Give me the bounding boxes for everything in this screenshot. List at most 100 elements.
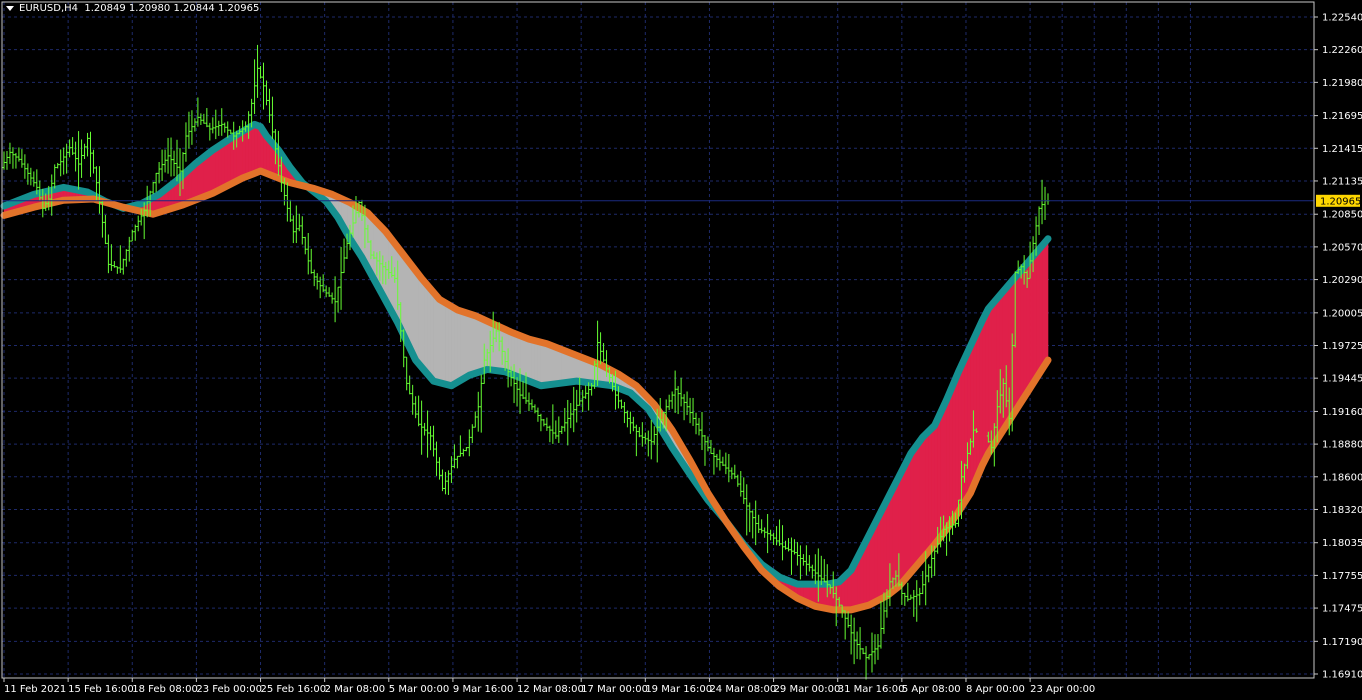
- ma-band-segment: [910, 448, 915, 574]
- ma-band-segment: [552, 345, 557, 385]
- y-tick-label-4: 1.21415: [1322, 144, 1362, 155]
- ma-band-segment: [448, 304, 452, 387]
- ma-band-segment: [445, 302, 449, 386]
- ma-band-segment: [877, 511, 882, 601]
- x-tick-label-8: 12 Mar 08:00: [517, 684, 584, 695]
- ma-band-segment: [934, 418, 938, 546]
- y-tick-label-19: 1.17190: [1322, 637, 1362, 648]
- chart-canvas[interactable]: 1.22540 1.22260 1.21980 1.21695 1.21415 1.211…: [0, 0, 1362, 700]
- ma-band-segment: [537, 341, 542, 387]
- ma-band-segment: [549, 344, 554, 385]
- ma-band-segment: [973, 333, 977, 487]
- x-tick-label-6: 5 Mar 00:00: [389, 684, 449, 695]
- y-tick-label-20: 1.16910: [1322, 670, 1362, 681]
- ma-band-segment: [928, 427, 932, 553]
- ma-band-segment: [907, 453, 912, 577]
- current-price-tag: 1.20965: [1316, 194, 1361, 207]
- ma-band-segment: [430, 288, 434, 382]
- ma-band-segment: [257, 125, 261, 173]
- x-tick-label-0: 11 Feb 2021: [4, 684, 66, 695]
- ma-band-segment: [436, 295, 440, 384]
- ma-band-segment: [454, 307, 458, 385]
- y-tick-label-3: 1.21695: [1322, 111, 1362, 122]
- y-tick-label-2: 1.21980: [1322, 78, 1362, 89]
- ma-band-segment: [916, 440, 921, 567]
- ma-band-segment: [1038, 244, 1043, 376]
- ma-band-segment: [979, 320, 983, 473]
- ma-band-segment: [206, 151, 211, 196]
- y-tick-label-0: 1.22540: [1322, 13, 1362, 24]
- current-price-tag-label: 1.20965: [1320, 196, 1361, 207]
- ma-band-segment: [472, 314, 476, 375]
- ma-band-segment: [474, 315, 479, 374]
- x-tick-label-1: 15 Feb 16:00: [68, 684, 134, 695]
- ma-band-segment: [555, 346, 560, 385]
- ma-band-segment: [215, 145, 220, 193]
- x-tick-label-16: 23 Apr 00:00: [1030, 684, 1095, 695]
- ma-band-segment: [919, 436, 924, 563]
- ma-band-segment: [976, 326, 980, 480]
- ma-band-segment: [227, 137, 231, 187]
- dropdown-triangle-icon[interactable]: [6, 5, 14, 11]
- ma-band-segment: [874, 517, 879, 603]
- ma-band-segment: [967, 345, 971, 499]
- y-tick-label-17: 1.17755: [1322, 571, 1362, 582]
- price-axis[interactable]: 1.22540 1.22260 1.21980 1.21695 1.21415 1.211…: [1314, 13, 1362, 681]
- ma-band-segment: [477, 316, 482, 373]
- symbol-info-label[interactable]: EURUSD,H4 1.20849 1.20980 1.20844 1.2096…: [6, 3, 259, 14]
- ma-band-segment: [221, 141, 226, 190]
- y-tick-label-13: 1.18880: [1322, 440, 1362, 451]
- ma-band-segment: [1044, 237, 1049, 366]
- ma-band-segment: [564, 350, 569, 383]
- ma-band-segment: [218, 143, 223, 191]
- ma-band-segment: [561, 349, 566, 384]
- x-tick-label-7: 9 Mar 16:00: [453, 684, 513, 695]
- ma-band-segment: [1035, 248, 1040, 380]
- ma-band-segment: [925, 430, 929, 556]
- ma-band-segment: [931, 424, 935, 549]
- ma-band-segment: [1032, 251, 1037, 385]
- ma-band-segment: [418, 273, 422, 368]
- time-axis[interactable]: 11 Feb 2021 15 Feb 16:0018 Feb 08:0023 Fe…: [3, 678, 1095, 695]
- y-tick-label-9: 1.20005: [1322, 308, 1362, 319]
- y-tick-label-15: 1.18320: [1322, 505, 1362, 516]
- x-tick-label-5: 2 Mar 08:00: [325, 684, 385, 695]
- y-tick-label-16: 1.18035: [1322, 538, 1362, 549]
- y-tick-label-12: 1.19160: [1322, 407, 1362, 418]
- ma-band-segment: [955, 371, 959, 518]
- y-tick-label-1: 1.22260: [1322, 45, 1362, 56]
- ma-band-segment: [901, 464, 906, 584]
- ma-band-segment: [439, 298, 443, 384]
- x-tick-label-12: 29 Mar 00:00: [774, 684, 841, 695]
- ma-band-segment: [209, 149, 214, 195]
- y-tick-label-6: 1.20850: [1322, 210, 1362, 221]
- ma-band-segment: [943, 399, 947, 534]
- y-tick-label-5: 1.21135: [1322, 176, 1362, 187]
- ma-band-segment: [415, 269, 419, 365]
- ma-band-segment: [409, 261, 413, 354]
- y-tick-label-11: 1.19445: [1322, 374, 1362, 385]
- ma-band-segment: [880, 505, 885, 600]
- ma-band-segment: [946, 392, 950, 531]
- x-tick-label-11: 24 Mar 08:00: [709, 684, 776, 695]
- y-tick-label-10: 1.19725: [1322, 341, 1362, 352]
- symbol-timeframe: EURUSD,H4: [19, 3, 79, 14]
- x-tick-label-9: 17 Mar 00:00: [581, 684, 648, 695]
- x-tick-label-10: 19 Mar 16:00: [645, 684, 712, 695]
- ma-band-segment: [1041, 241, 1046, 371]
- y-tick-label-14: 1.18600: [1322, 472, 1362, 483]
- ma-band-segment: [212, 147, 217, 194]
- ma-band-segment: [531, 339, 536, 384]
- ma-band-segment: [451, 305, 455, 387]
- ma-band-segment: [463, 311, 467, 380]
- ma-band-segment: [254, 123, 258, 174]
- ma-band-segment: [469, 313, 473, 376]
- ma-band-segment: [460, 310, 464, 382]
- ma-band-segment: [457, 309, 461, 383]
- ma-band-segment: [883, 499, 888, 598]
- x-tick-label-15: 8 Apr 00:00: [966, 684, 1025, 695]
- x-tick-label-3: 23 Feb 00:00: [196, 684, 262, 695]
- ma-band-segment: [251, 123, 255, 175]
- ma-band-segment: [1020, 265, 1025, 404]
- ma-band-segment: [558, 347, 563, 384]
